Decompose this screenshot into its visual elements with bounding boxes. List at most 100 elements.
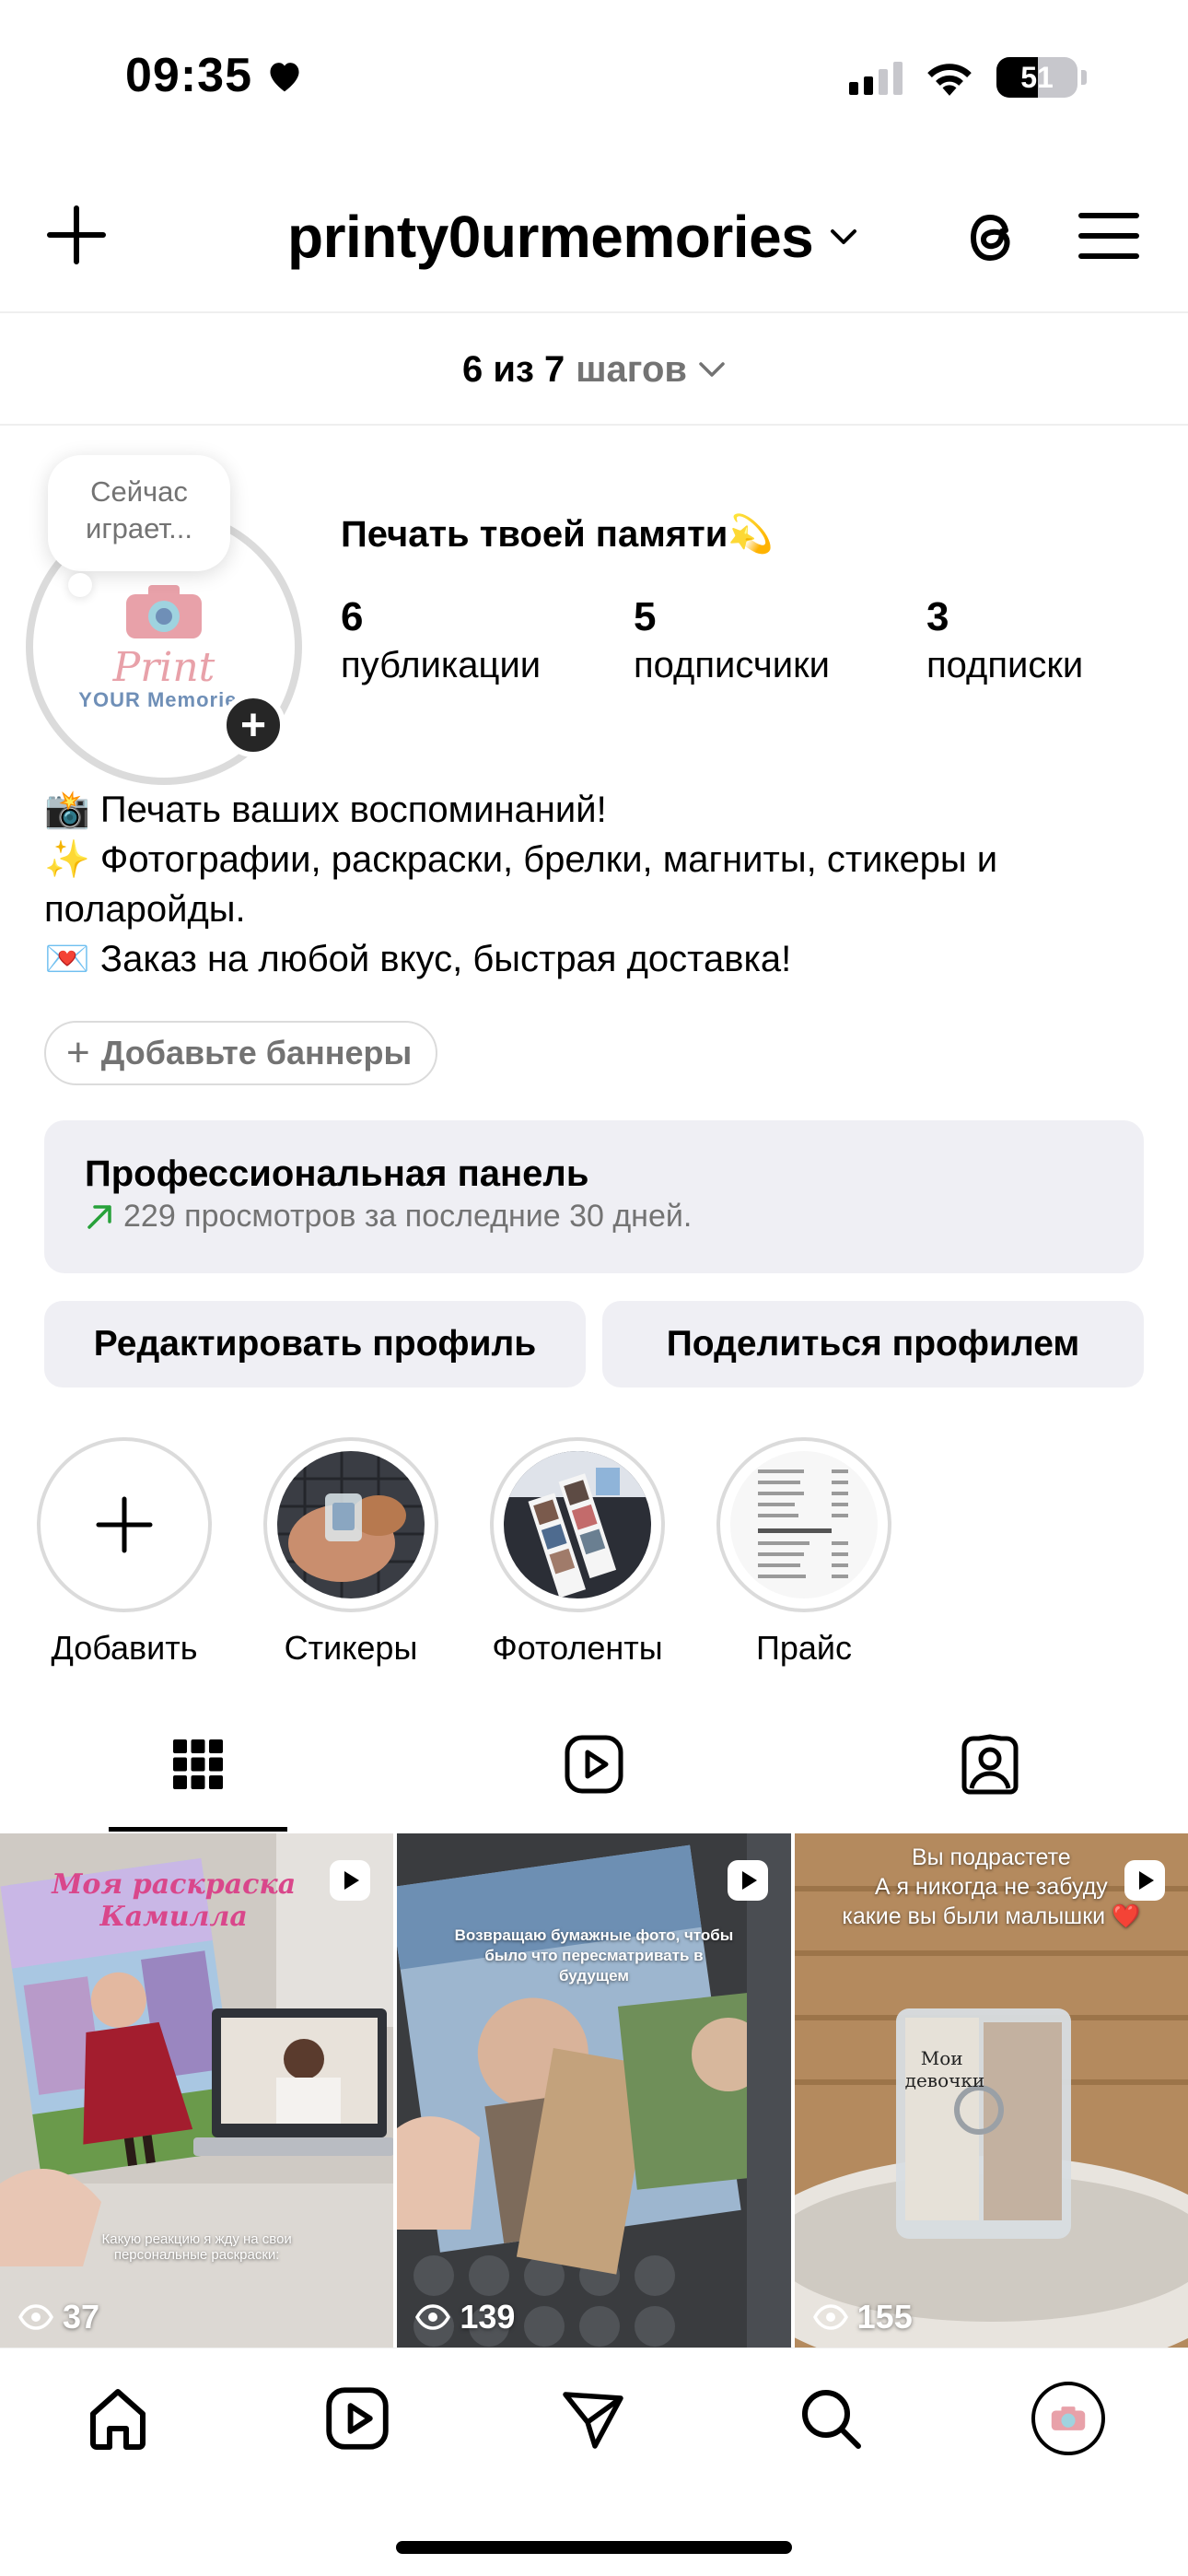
profile-stats: 6 публикации 5 подписчики 3 подписки bbox=[341, 593, 1083, 689]
account-switcher[interactable]: printy0urmemories bbox=[287, 203, 857, 271]
status-time: 09:35 bbox=[125, 48, 304, 103]
chevron-down-icon bbox=[831, 229, 857, 244]
send-icon bbox=[563, 2392, 623, 2449]
post-tile[interactable]: Вы подрастете А я никогда не забуду каки… bbox=[794, 1833, 1188, 2348]
post-tile[interactable]: Моя раскраска Камилла Какую реакцию я жд… bbox=[0, 1833, 394, 2348]
highlight-label: Прайс bbox=[755, 1629, 853, 1667]
tab-posts-grid[interactable] bbox=[0, 1697, 396, 1832]
post-views: 139 bbox=[415, 2298, 515, 2336]
post-object-lettering: Мои девочки bbox=[904, 2047, 985, 2091]
tab-tagged[interactable] bbox=[792, 1697, 1188, 1832]
post-image bbox=[397, 1833, 791, 2348]
search-icon bbox=[802, 2390, 861, 2449]
battery-level: 51 bbox=[1020, 60, 1054, 94]
battery-icon: 51 bbox=[996, 57, 1077, 98]
highlight-ring bbox=[37, 1437, 212, 1612]
heart-icon bbox=[270, 63, 299, 92]
pro-panel-views: 229 просмотров за последние 30 дней. bbox=[123, 1199, 693, 1234]
reels-icon bbox=[326, 2387, 389, 2450]
profile-content-tabs bbox=[0, 1697, 1188, 1832]
highlight-add[interactable]: Добавить bbox=[37, 1437, 212, 1668]
edit-profile-button[interactable]: Редактировать профиль bbox=[44, 1301, 586, 1388]
nav-search[interactable] bbox=[794, 2382, 868, 2455]
edit-profile-label: Редактировать профиль bbox=[93, 1324, 537, 1364]
create-plus-icon[interactable] bbox=[44, 203, 109, 267]
views-count: 155 bbox=[856, 2298, 913, 2336]
cellular-signal-icon bbox=[849, 60, 903, 95]
highlight-label: Фотоленты bbox=[492, 1629, 663, 1667]
plus-icon: + bbox=[66, 1030, 90, 1075]
share-profile-button[interactable]: Поделиться профилем bbox=[602, 1301, 1144, 1388]
highlight-label: Стикеры bbox=[284, 1629, 418, 1667]
avatar-logo-subtitle: YOUR Memories bbox=[78, 688, 250, 711]
note-text: Сейчас играет... bbox=[86, 475, 192, 544]
post-tile[interactable]: Возвращаю бумажные фото, чтобы было что … bbox=[397, 1833, 791, 2348]
reel-indicator-icon bbox=[1124, 1860, 1165, 1901]
time-text: 09:35 bbox=[125, 49, 252, 102]
tagged-icon bbox=[961, 1734, 1019, 1795]
stat-value: 5 bbox=[634, 594, 657, 639]
posts-grid: Моя раскраска Камилла Какую реакцию я жд… bbox=[0, 1833, 1188, 2348]
post-views: 155 bbox=[812, 2298, 913, 2336]
stat-posts[interactable]: 6 публикации bbox=[341, 593, 634, 689]
status-bar: 09:35 51 bbox=[0, 0, 1188, 157]
nav-messages[interactable] bbox=[556, 2382, 630, 2455]
home-icon bbox=[90, 2389, 146, 2450]
profile-bio: 📸 Печать ваших воспоминаний! ✨ Фотографи… bbox=[44, 785, 1159, 984]
chevron-down-icon bbox=[699, 362, 725, 377]
eye-icon bbox=[812, 2304, 848, 2330]
camera-logo-icon bbox=[1051, 2406, 1086, 2430]
menu-icon[interactable] bbox=[1077, 208, 1140, 263]
highlight-cover-image bbox=[504, 1451, 651, 1598]
highlight-photo-strips[interactable]: Фотоленты bbox=[490, 1437, 665, 1668]
reel-indicator-icon bbox=[727, 1860, 768, 1901]
nav-profile[interactable] bbox=[1031, 2382, 1105, 2455]
bio-line: ✨ Фотографии, раскраски, брелки, магниты… bbox=[44, 839, 1008, 930]
camera-logo-icon bbox=[126, 585, 202, 638]
nav-reels[interactable] bbox=[320, 2382, 394, 2455]
stat-following[interactable]: 3 подписки bbox=[926, 593, 1083, 689]
bio-line: 💌 Заказ на любой вкус, быстрая доставка! bbox=[44, 939, 792, 979]
views-count: 139 bbox=[460, 2298, 516, 2336]
highlight-price[interactable]: Прайс bbox=[716, 1437, 891, 1668]
pro-panel-title: Профессиональная панель bbox=[85, 1153, 589, 1194]
stat-label: публикации bbox=[341, 645, 542, 685]
profile-header: printy0urmemories bbox=[0, 175, 1188, 313]
highlight-ring bbox=[490, 1437, 665, 1612]
note-bubble[interactable]: Сейчас играет... bbox=[48, 455, 230, 571]
add-story-plus-icon[interactable]: + bbox=[221, 693, 285, 757]
nav-home[interactable] bbox=[81, 2382, 155, 2455]
stat-label: подписки bbox=[926, 645, 1084, 685]
highlight-ring bbox=[716, 1437, 891, 1612]
tab-reels[interactable] bbox=[396, 1697, 792, 1832]
highlight-cover-image bbox=[730, 1451, 878, 1598]
plus-icon bbox=[96, 1496, 153, 1553]
reels-icon bbox=[565, 1735, 623, 1794]
stat-value: 6 bbox=[341, 594, 364, 639]
eye-icon bbox=[415, 2304, 451, 2330]
battery-cap bbox=[1081, 70, 1087, 85]
profile-avatar-small bbox=[1031, 2382, 1105, 2455]
setup-steps[interactable]: 6 из 7 шагов bbox=[0, 315, 1188, 426]
trend-up-arrow-icon bbox=[87, 1204, 111, 1229]
highlight-ring bbox=[263, 1437, 438, 1612]
story-highlights: Добавить Стикеры Фотоленты Прайс bbox=[37, 1437, 891, 1668]
home-indicator bbox=[396, 2541, 792, 2554]
wifi-icon bbox=[927, 64, 972, 96]
bio-line: 📸 Печать ваших воспоминаний! bbox=[44, 790, 607, 830]
stat-followers[interactable]: 5 подписчики bbox=[634, 593, 926, 689]
reel-indicator-icon bbox=[330, 1860, 371, 1901]
stat-value: 3 bbox=[926, 594, 949, 639]
highlight-cover-image bbox=[277, 1451, 425, 1598]
add-banners-button[interactable]: + Добавьте баннеры bbox=[44, 1021, 438, 1085]
add-banners-label: Добавьте баннеры bbox=[100, 1034, 413, 1071]
grid-icon bbox=[173, 1739, 223, 1789]
note-bubble-tail bbox=[68, 573, 92, 597]
steps-count: 6 из 7 bbox=[462, 348, 565, 390]
professional-dashboard[interactable]: Профессиональная панель 229 просмотров з… bbox=[44, 1120, 1144, 1273]
display-name: Печать твоей памяти💫 bbox=[341, 514, 775, 555]
threads-icon[interactable] bbox=[958, 203, 1022, 273]
profile-action-buttons: Редактировать профиль Поделиться профиле… bbox=[44, 1301, 1144, 1388]
highlight-stickers[interactable]: Стикеры bbox=[263, 1437, 438, 1668]
post-caption-bottom: Какую реакцию я жду на свои персональные… bbox=[101, 2231, 292, 2263]
